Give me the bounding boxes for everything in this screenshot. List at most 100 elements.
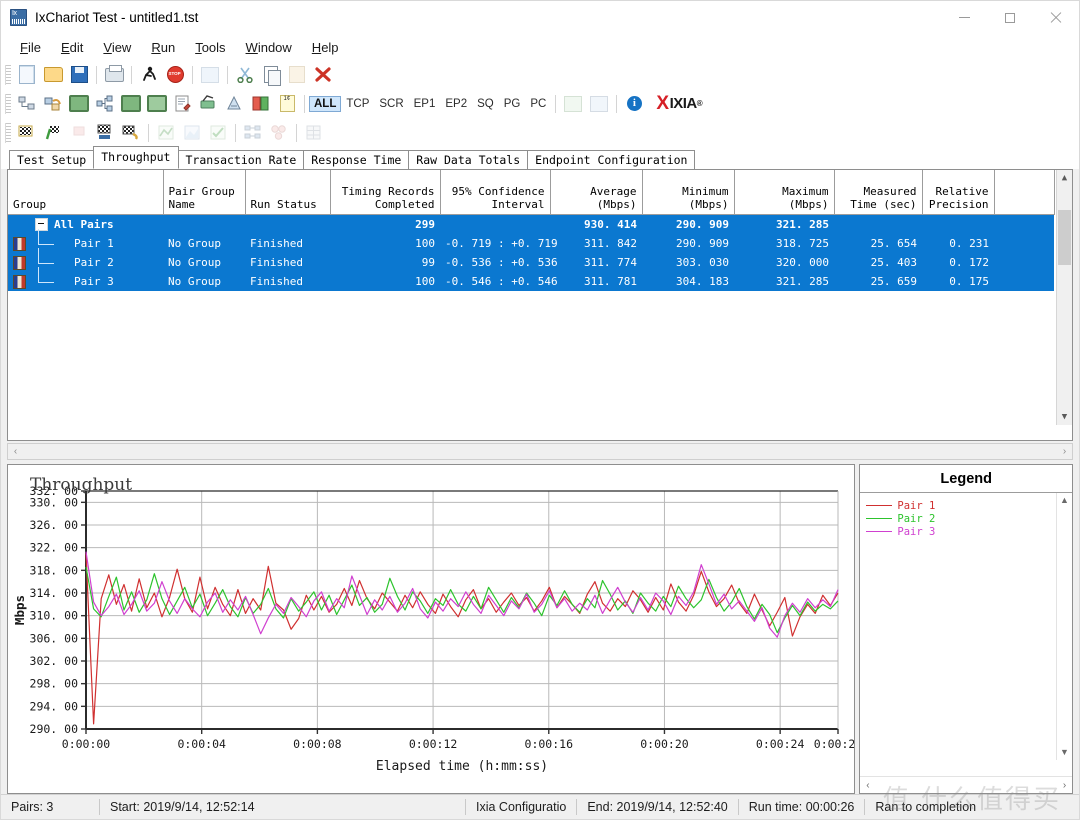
grid-button[interactable] (301, 121, 327, 145)
legend-scroll-up-icon[interactable]: ▲ (1057, 493, 1072, 508)
col-average[interactable]: Average (Mbps) (550, 170, 643, 215)
legend-scroll-right-icon[interactable]: › (1057, 780, 1072, 791)
topology-button[interactable] (240, 121, 266, 145)
table-horizontal-scrollbar[interactable]: ‹ › (7, 443, 1073, 460)
traffic-button[interactable] (222, 92, 248, 116)
filter-ep2[interactable]: EP2 (440, 96, 472, 112)
new-button[interactable] (14, 63, 40, 87)
green-flag-button[interactable] (40, 121, 66, 145)
menu-window[interactable]: Window (236, 37, 302, 58)
col-minimum[interactable]: Minimum (Mbps) (642, 170, 735, 215)
scroll-right-icon[interactable]: › (1057, 446, 1072, 457)
pair-bar-icon (13, 274, 26, 289)
legend-item-pair-3[interactable]: Pair 3 (866, 525, 1072, 538)
import-button[interactable] (560, 92, 586, 116)
hardware-button[interactable] (196, 92, 222, 116)
legend-item-pair-1[interactable]: Pair 1 (866, 499, 1072, 512)
col-measured-time[interactable]: Measured Time (sec) (834, 170, 923, 215)
tab-throughput[interactable]: Throughput (93, 146, 179, 169)
col-group[interactable]: Group (8, 170, 164, 215)
minimize-button[interactable] (941, 1, 987, 34)
checkered-flag-button[interactable] (92, 121, 118, 145)
add-video-button[interactable] (118, 92, 144, 116)
open-button[interactable] (40, 63, 66, 87)
table-row[interactable]: All Pairs 299 930. 414 290. 909 321. 285 (8, 214, 1054, 235)
edit-script-button[interactable] (170, 92, 196, 116)
menu-run[interactable]: Run (141, 37, 185, 58)
table-vertical-scrollbar[interactable]: ▲ ▼ (1056, 170, 1072, 425)
menu-tools[interactable]: Tools (185, 37, 235, 58)
chart-line-button[interactable] (153, 121, 179, 145)
collapse-icon[interactable] (35, 218, 48, 231)
pink-flag-button[interactable] (66, 121, 92, 145)
compare-button[interactable] (248, 92, 274, 116)
run-button[interactable] (136, 63, 162, 87)
menu-edit[interactable]: Edit (51, 37, 93, 58)
tab-transaction-rate[interactable]: Transaction Rate (177, 150, 305, 170)
export-button[interactable] (586, 92, 612, 116)
filter-tcp[interactable]: TCP (341, 96, 374, 112)
throughput-chart[interactable]: Throughput 290. 00 294. 00 298. 00 302. 00 3… (7, 464, 856, 794)
tab-endpoint-configuration[interactable]: Endpoint Configuration (527, 150, 696, 170)
menu-help[interactable]: Help (302, 37, 349, 58)
scroll-thumb[interactable] (1058, 210, 1071, 265)
table-row[interactable]: Pair 2 No Group Finished 99 -0. 536 : +0… (8, 247, 1054, 272)
filter-scr[interactable]: SCR (374, 96, 408, 112)
legend-scroll-down-icon[interactable]: ▼ (1057, 745, 1072, 760)
refresh-icon (201, 66, 219, 83)
tab-test-setup[interactable]: Test Setup (9, 150, 95, 170)
tab-raw-data-totals[interactable]: Raw Data Totals (408, 150, 529, 170)
filter-pg[interactable]: PG (499, 96, 526, 112)
numbering-icon (279, 95, 295, 112)
menu-file[interactable]: File (10, 37, 51, 58)
scroll-up-icon[interactable]: ▲ (1057, 170, 1072, 186)
save-button[interactable] (66, 63, 92, 87)
filter-ep1[interactable]: EP1 (409, 96, 441, 112)
toolbar-grip[interactable] (5, 122, 11, 143)
col-run-status[interactable]: Run Status (245, 170, 331, 215)
legend-scroll-left-icon[interactable]: ‹ (860, 780, 875, 791)
legend-vertical-scrollbar[interactable]: ▲ ▼ (1056, 493, 1072, 760)
cell-run-status: Finished (250, 256, 303, 269)
col-maximum[interactable]: Maximum (Mbps) (734, 170, 835, 215)
filter-pc[interactable]: PC (525, 96, 551, 112)
print-button[interactable] (101, 63, 127, 87)
filter-all[interactable]: ALL (309, 95, 342, 112)
refresh-button[interactable] (197, 63, 223, 87)
toolbar-grip[interactable] (5, 93, 11, 114)
add-pair-button[interactable] (14, 92, 40, 116)
add-voip-button[interactable] (144, 92, 170, 116)
add-multicast-button[interactable] (66, 92, 92, 116)
col-confidence-interval[interactable]: 95% Confidence Interval (440, 170, 551, 215)
menu-view[interactable]: View (93, 37, 141, 58)
copy-button[interactable] (258, 63, 284, 87)
cell-group: All Pairs (8, 215, 163, 235)
start-flag-button[interactable] (14, 121, 40, 145)
table-row[interactable]: Pair 3 No Group Finished 100 -0. 546 : +… (8, 266, 1054, 291)
scroll-left-icon[interactable]: ‹ (8, 446, 23, 457)
col-timing-records-completed[interactable]: Timing Records Completed (330, 170, 441, 215)
add-pair-group-button[interactable] (40, 92, 66, 116)
cluster-button[interactable] (266, 121, 292, 145)
col-relative-precision[interactable]: Relative Precision (922, 170, 995, 215)
paste-button[interactable] (284, 63, 310, 87)
col-pair-group-name[interactable]: Pair Group Name (163, 170, 246, 215)
chart-check-button[interactable] (205, 121, 231, 145)
add-endpoint-button[interactable] (92, 92, 118, 116)
delete-button[interactable] (310, 63, 336, 87)
close-button[interactable] (1033, 1, 1079, 34)
tab-response-time[interactable]: Response Time (303, 150, 410, 170)
finish-flag-button[interactable] (118, 121, 144, 145)
scroll-down-icon[interactable]: ▼ (1057, 409, 1072, 425)
cut-button[interactable] (232, 63, 258, 87)
stop-button[interactable] (162, 63, 188, 87)
numbering-button[interactable] (274, 92, 300, 116)
info-button[interactable] (621, 92, 647, 116)
chart-area-button[interactable] (179, 121, 205, 145)
toolbar-grip[interactable] (5, 64, 11, 85)
table-row[interactable]: Pair 1 No Group Finished 100 -0. 719 : +… (8, 228, 1054, 253)
legend-item-pair-2[interactable]: Pair 2 (866, 512, 1072, 525)
filter-sq[interactable]: SQ (472, 96, 499, 112)
legend-horizontal-scrollbar[interactable]: ‹ › (860, 776, 1072, 793)
maximize-button[interactable] (987, 1, 1033, 34)
